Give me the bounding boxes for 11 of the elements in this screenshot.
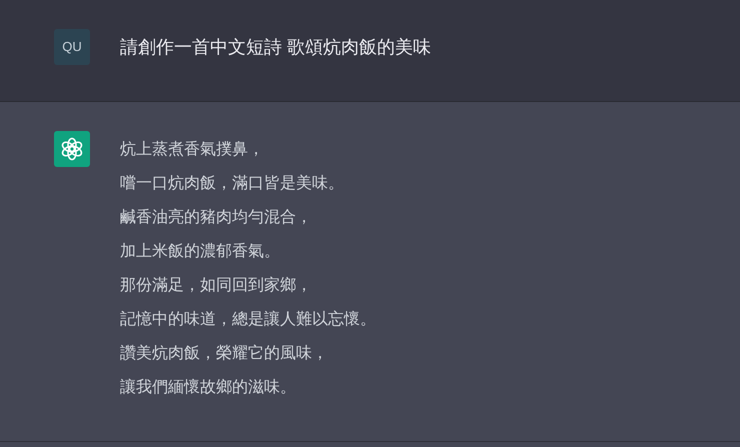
- poem-line: 那份滿足，如同回到家鄉，: [120, 276, 313, 296]
- prompt-text: 請創作一首中文短詩 歌頌炕肉飯的美味: [120, 36, 432, 59]
- poem-line: 鹹香油亮的豬肉均勻混合，: [120, 208, 313, 228]
- poem-line: 讚美炕肉飯，榮耀它的風味，: [120, 344, 329, 364]
- knot-icon: [60, 137, 84, 161]
- poem-line: 加上米飯的濃郁香氣。: [120, 242, 281, 262]
- poem-line: 嚐一口炕肉飯，滿口皆是美味。: [120, 174, 345, 194]
- poem-line: 記憶中的味道，總是讓人難以忘懷。: [120, 309, 376, 330]
- user-avatar: QU: [54, 29, 90, 65]
- poem-line: 炕上蒸煮香氣撲鼻，: [120, 140, 265, 160]
- poem-line: 讓我們緬懷故鄉的滋味。: [120, 378, 297, 398]
